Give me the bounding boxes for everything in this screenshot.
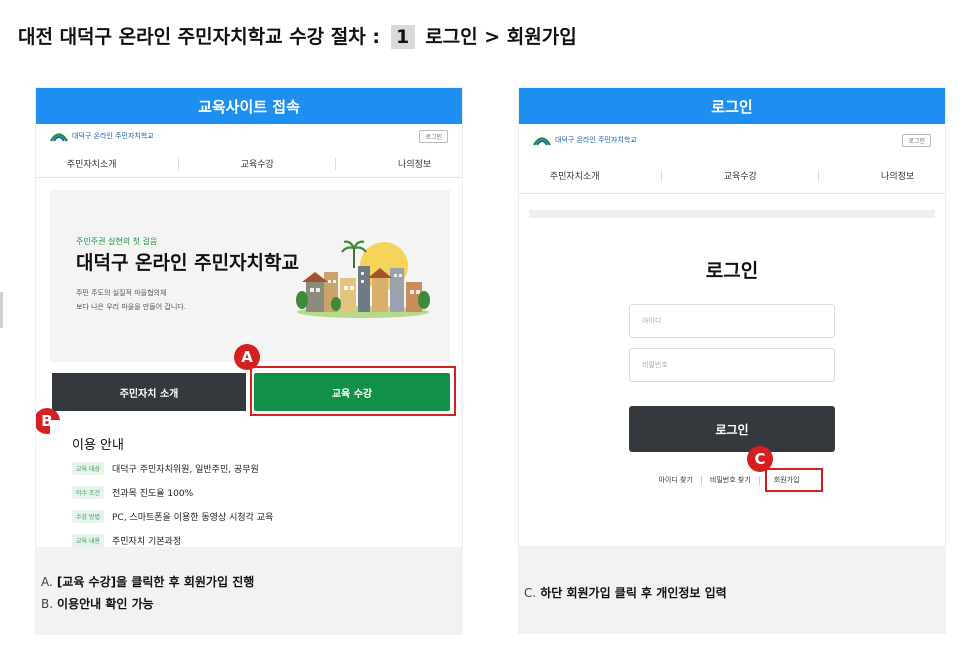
site-nav: 주민자치소개 교육수강 나의정보 [36, 150, 462, 178]
info-row-target: 교육 대상 대덕구 주민자치위원, 일반주민, 공무원 [72, 462, 259, 475]
info-row-method: 수강 방법 PC, 스마트폰을 이용한 동영상 시청각 교육 [72, 510, 273, 523]
nav-divider [661, 169, 663, 182]
info-text: 대덕구 주민자치위원, 일반주민, 공무원 [112, 465, 259, 475]
caption-c-letter: C. [524, 586, 537, 600]
logo-arc-icon [533, 137, 551, 146]
login-small-button[interactable]: 로그인 [902, 134, 931, 147]
link-divider [758, 475, 760, 485]
site-bar: 대덕구 온라인 주민자치학교 로그인 [519, 124, 945, 158]
education-site-panel: 교육사이트 접속 대덕구 온라인 주민자치학교 로그인 주민자치소개 교육수강 … [35, 87, 463, 557]
caption-c-text: 하단 회원가입 클릭 후 개인정보 입력 [540, 586, 727, 600]
nav-item-myinfo[interactable]: 나의정보 [881, 169, 914, 182]
info-text: PC, 스마트폰을 이용한 동영상 시청각 교육 [112, 513, 274, 523]
info-tag: 이수 조건 [72, 486, 104, 499]
info-tag: 수강 방법 [72, 510, 104, 523]
find-password-link[interactable]: 비밀번호 찾기 [710, 475, 751, 485]
info-text: 주민자치 기본과정 [112, 537, 182, 547]
highlight-signup-box [765, 468, 823, 492]
panel-header: 로그인 [519, 88, 945, 124]
caption-b-text: 이용안내 확인 가능 [57, 597, 154, 611]
intro-button[interactable]: 주민자치 소개 [52, 373, 246, 411]
page-title: 대전 대덕구 온라인 주민자치학교 수강 절차 : 1 로그인 > 회원가입 [18, 22, 577, 49]
info-tag: 교육 내용 [72, 534, 104, 547]
caption-c: C. 하단 회원가입 클릭 후 개인정보 입력 [524, 584, 727, 601]
hero-title: 대덕구 온라인 주민자치학교 [76, 252, 299, 274]
hero-banner: 주민주권 실현의 첫 걸음 대덕구 온라인 주민자치학교 주민 주도의 실질적 … [50, 190, 450, 362]
login-links: 아이디 찾기 비밀번호 찾기 회원가입 [529, 475, 935, 485]
nav-divider [178, 157, 180, 170]
nav-divider [335, 157, 337, 170]
hero-subtitle: 주민주권 실현의 첫 걸음 [76, 237, 158, 246]
nav-item-myinfo[interactable]: 나의정보 [398, 157, 431, 170]
find-id-link[interactable]: 아이디 찾기 [658, 475, 692, 485]
caption-a-letter: A. [41, 575, 53, 589]
site-logo-text: 대덕구 온라인 주민자치학교 [555, 136, 637, 144]
login-small-button[interactable]: 로그인 [419, 130, 448, 143]
usage-info-title: 이용 안내 [72, 438, 124, 453]
caption-a-text: [교육 수강]을 클릭한 후 회원가입 진행 [56, 575, 255, 589]
marker-a: A [234, 344, 260, 370]
usage-info-section: 이용 안내 교육 대상 대덕구 주민자치위원, 일반주민, 공무원 이수 조건 … [50, 420, 450, 556]
password-input[interactable]: 비밀번호 [629, 348, 835, 382]
nav-item-intro[interactable]: 주민자치소개 [67, 157, 117, 170]
caption-b: B. 이용안내 확인 가능 [41, 595, 154, 612]
site-logo[interactable]: 대덕구 온라인 주민자치학교 [50, 130, 154, 142]
link-divider [700, 475, 702, 485]
caption-left: A. [교육 수강]을 클릭한 후 회원가입 진행 B. 이용안내 확인 가능 [35, 547, 463, 635]
site-logo[interactable]: 대덕구 온라인 주민자치학교 [533, 134, 637, 146]
info-row-condition: 이수 조건 전과목 진도율 100% [72, 486, 193, 499]
hero-description: 주민 주도의 실질적 마을협의체 보다 나은 우리 마을을 만들어 갑니다. [76, 286, 186, 314]
caption-right: C. 하단 회원가입 클릭 후 개인정보 입력 [518, 546, 946, 634]
info-text: 전과목 진도율 100% [112, 489, 194, 499]
login-title: 로그인 [705, 260, 759, 282]
login-card: 로그인 아이디 비밀번호 로그인 아이디 찾기 비밀번호 찾기 회원가입 C [529, 210, 935, 540]
nav-item-course[interactable]: 교육수강 [724, 169, 757, 182]
caption-a: A. [교육 수강]을 클릭한 후 회원가입 진행 [41, 573, 254, 590]
nav-item-course[interactable]: 교육수강 [241, 157, 274, 170]
site-nav: 주민자치소개 교육수강 나의정보 [519, 158, 945, 194]
info-row-content: 교육 내용 주민자치 기본과정 [72, 534, 181, 547]
village-illustration [296, 240, 430, 318]
title-suffix: 로그인 > 회원가입 [425, 26, 577, 48]
nav-divider [818, 169, 820, 182]
hero-desc-line1: 주민 주도의 실질적 마을협의체 [76, 289, 167, 297]
nav-item-intro[interactable]: 주민자치소개 [550, 169, 600, 182]
step-number-badge: 1 [390, 25, 415, 49]
login-button[interactable]: 로그인 [629, 406, 835, 452]
site-logo-text: 대덕구 온라인 주민자치학교 [72, 132, 154, 140]
caption-b-letter: B. [41, 597, 54, 611]
edge-divider [0, 292, 3, 328]
highlight-course-box [250, 366, 456, 416]
login-panel: 로그인 대덕구 온라인 주민자치학교 로그인 주민자치소개 교육수강 나의정보 … [518, 87, 946, 547]
title-prefix: 대전 대덕구 온라인 주민자치학교 수강 절차 : [18, 26, 380, 48]
info-tag: 교육 대상 [72, 462, 104, 475]
panel-header: 교육사이트 접속 [36, 88, 462, 124]
site-bar: 대덕구 온라인 주민자치학교 로그인 [36, 124, 462, 150]
hero-desc-line2: 보다 나은 우리 마을을 만들어 갑니다. [76, 303, 186, 311]
logo-arc-icon [50, 133, 68, 142]
id-input[interactable]: 아이디 [629, 304, 835, 338]
marker-c: C [747, 446, 773, 472]
